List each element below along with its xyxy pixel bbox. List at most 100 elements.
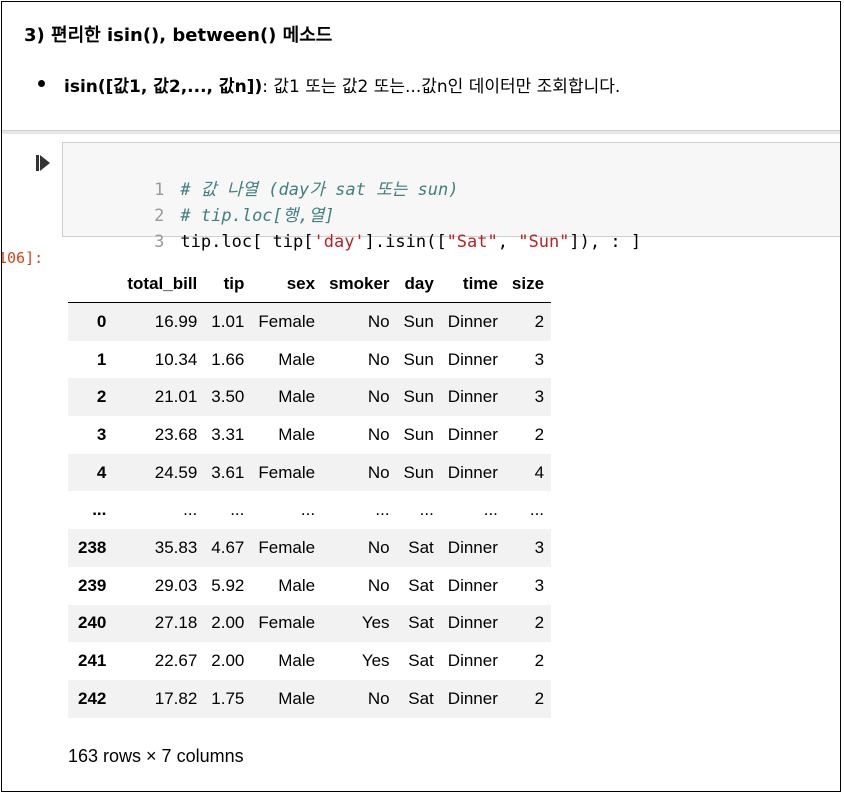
table-cell: 2.00 bbox=[211, 651, 245, 671]
table-cell: 5.92 bbox=[211, 575, 245, 595]
code-text: , bbox=[497, 232, 519, 252]
table-shape-note: 163 rows × 7 columns bbox=[68, 746, 244, 766]
table-cell: Sat bbox=[408, 575, 434, 595]
row-index: 0 bbox=[96, 311, 107, 331]
row-index: 242 bbox=[78, 688, 107, 708]
table-cell: Dinner bbox=[447, 349, 498, 369]
table-cell: Dinner bbox=[447, 688, 498, 708]
table-cell: 2 bbox=[534, 688, 545, 708]
table-cell: Sun bbox=[403, 311, 434, 331]
row-index: 1 bbox=[96, 349, 107, 369]
table-row: 2 21.01 3.50 Male No Sun Dinner 3 bbox=[68, 378, 552, 417]
table-cell: 23.68 bbox=[154, 424, 198, 444]
table-cell: No bbox=[367, 462, 390, 482]
table-cell: Sat bbox=[408, 613, 434, 633]
table-row: 238 35.83 4.67 Female No Sat Dinner 3 bbox=[68, 529, 552, 567]
code-text: tip.loc[ tip[ bbox=[180, 232, 314, 252]
table-cell: Male bbox=[278, 688, 316, 708]
table-row: 242 17.82 1.75 Male No Sat Dinner 2 bbox=[68, 679, 552, 718]
table-cell: 2 bbox=[534, 613, 545, 633]
column-header: smoker bbox=[322, 265, 397, 303]
table-cell: Sun bbox=[403, 349, 434, 369]
table-cell: Yes bbox=[361, 613, 390, 633]
table-cell: Dinner bbox=[447, 537, 498, 557]
row-index: 2 bbox=[96, 387, 107, 407]
section-heading: 3) 편리한 isin(), between() 메소드 bbox=[24, 25, 333, 46]
code-line-2: 2 # tip.loc[행,열] bbox=[63, 177, 334, 226]
bullet-bold-text: isin([값1, 값2,..., 값n]) bbox=[64, 77, 263, 97]
table-cell: No bbox=[367, 311, 390, 331]
column-header: total_bill bbox=[120, 265, 205, 303]
code-text: ].isin([ bbox=[364, 232, 447, 252]
table-row: 240 27.18 2.00 Female Yes Sat Dinner 2 bbox=[68, 604, 552, 643]
table-cell: Sun bbox=[403, 424, 434, 444]
table-cell: 3.50 bbox=[211, 387, 245, 407]
index-header bbox=[68, 265, 121, 303]
table-cell: Male bbox=[278, 424, 316, 444]
table-cell: Male bbox=[278, 651, 316, 671]
code-line-3: 3 tip.loc[ tip['day'].isin(["Sat", "Sun"]… bbox=[63, 203, 641, 252]
table-cell: Female bbox=[258, 537, 316, 557]
code-string: "Sun" bbox=[518, 232, 570, 252]
table-cell: 2.00 bbox=[211, 613, 245, 633]
table-cell: Dinner bbox=[447, 462, 498, 482]
table-cell: 1.66 bbox=[211, 349, 245, 369]
bullet-dot-icon bbox=[38, 80, 45, 87]
code-cell-input[interactable]: 1 # 값 나열 (day가 sat 또는 sun) 2 # tip.loc[행,열… bbox=[62, 142, 840, 252]
table-cell: No bbox=[367, 349, 390, 369]
table-row: 4 24.59 3.61 Female No Sun Dinner 4 bbox=[68, 453, 552, 492]
line-number: 3 bbox=[154, 232, 165, 252]
notebook-view: 3) 편리한 isin(), between() 메소드 isin([값1, 값… bbox=[1, 1, 841, 792]
table-cell: 4.67 bbox=[211, 537, 245, 557]
table-cell: Sun bbox=[403, 387, 434, 407]
table-cell: 3 bbox=[534, 537, 545, 557]
table-cell: ... bbox=[419, 500, 434, 520]
table-cell: ... bbox=[483, 500, 498, 520]
dataframe-table: total_bill tip sex smoker day time size … bbox=[68, 265, 552, 718]
table-cell: 3 bbox=[534, 575, 545, 595]
table-cell: 27.18 bbox=[154, 613, 198, 633]
table-cell: 2 bbox=[534, 424, 545, 444]
table-row: 3 23.68 3.31 Male No Sun Dinner 2 bbox=[68, 416, 551, 454]
column-header: sex bbox=[251, 265, 323, 303]
markdown-cell[interactable]: 3) 편리한 isin(), between() 메소드 isin([값1, 값… bbox=[2, 2, 840, 130]
table-cell: Dinner bbox=[447, 575, 498, 595]
table-cell: ... bbox=[300, 500, 316, 520]
output-prompt: 106]: bbox=[1, 249, 44, 267]
table-cell: 16.99 bbox=[154, 311, 198, 331]
row-index: ... bbox=[92, 500, 107, 520]
table-cell: ... bbox=[529, 500, 545, 520]
table-cell: 2 bbox=[534, 311, 545, 331]
bullet-text: : 값1 또는 값2 또는...값n인 데이터만 조회합니다. bbox=[262, 77, 621, 97]
table-body: 0 16.99 1.01 Female No Sun Dinner 2 1 10.34 1.66 Ma… bbox=[68, 302, 552, 718]
table-row: 241 22.67 2.00 Male Yes Sat Dinner 2 bbox=[68, 642, 551, 680]
column-header: size bbox=[504, 265, 552, 303]
table-cell: Dinner bbox=[447, 424, 498, 444]
code-line-1: 1 # 값 나열 (day가 sat 또는 sun) bbox=[63, 151, 458, 200]
table-row: 1 10.34 1.66 Male No Sun Dinner 3 bbox=[68, 341, 551, 379]
column-header: time bbox=[440, 265, 505, 303]
column-header: tip bbox=[204, 265, 252, 303]
table-cell: Dinner bbox=[447, 613, 498, 633]
table-cell: 3.61 bbox=[211, 462, 245, 482]
table-cell: 10.34 bbox=[154, 349, 198, 369]
table-row: 0 16.99 1.01 Female No Sun Dinner 2 bbox=[68, 302, 552, 341]
table-cell: 2 bbox=[534, 651, 545, 671]
table-cell: Dinner bbox=[447, 311, 498, 331]
table-cell: No bbox=[367, 387, 390, 407]
table-cell: Sat bbox=[408, 651, 434, 671]
table-cell: Male bbox=[278, 575, 316, 595]
table-cell: No bbox=[367, 537, 390, 557]
row-index: 239 bbox=[78, 575, 107, 595]
table-cell: ... bbox=[183, 500, 198, 520]
table-cell: No bbox=[367, 688, 390, 708]
table-row: 239 29.03 5.92 Male No Sat Dinner 3 bbox=[68, 567, 551, 605]
run-cell-icon[interactable] bbox=[36, 155, 50, 171]
table-cell: 3 bbox=[534, 387, 545, 407]
table-cell: Dinner bbox=[447, 651, 498, 671]
table-cell: 3 bbox=[534, 349, 545, 369]
table-cell: 29.03 bbox=[154, 575, 198, 595]
table-cell: Female bbox=[258, 613, 316, 633]
table-cell: 22.67 bbox=[154, 651, 198, 671]
table-header-row: total_bill tip sex smoker day time size bbox=[68, 265, 552, 303]
